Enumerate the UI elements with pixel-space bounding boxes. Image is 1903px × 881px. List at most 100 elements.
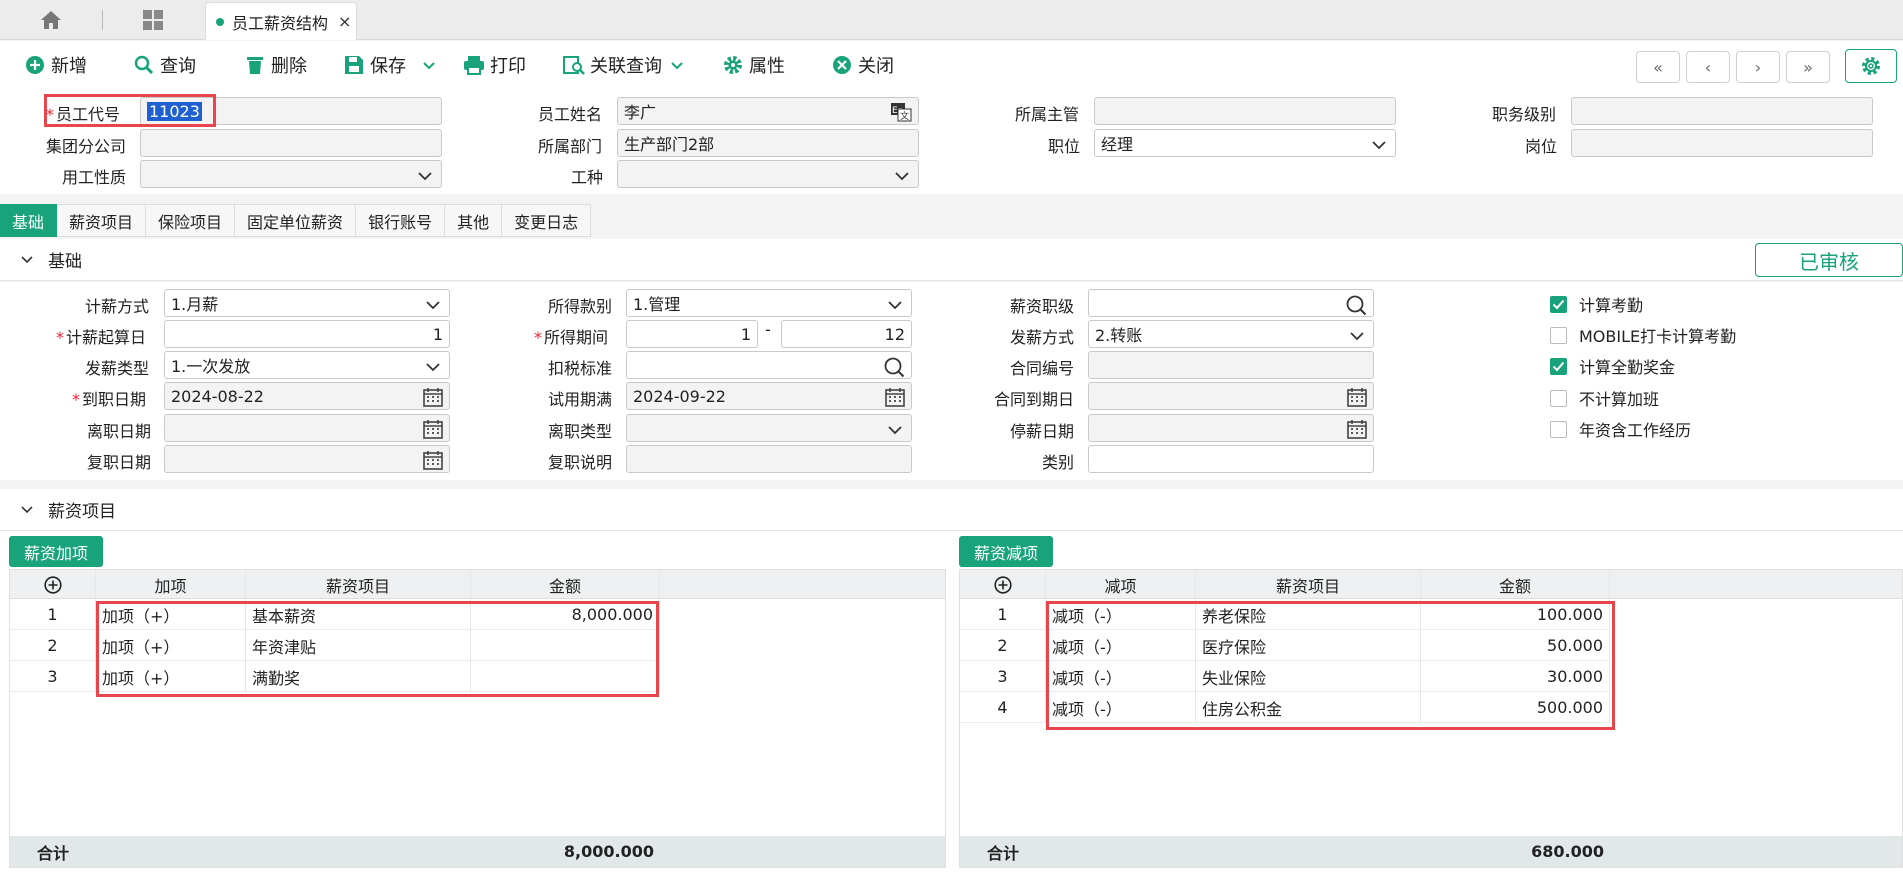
employee-name-input[interactable]: 李广 En文 [617, 97, 919, 125]
total-label: 合计 [986, 843, 1019, 863]
plus-circle-outline-icon[interactable] [43, 575, 62, 594]
query-button[interactable]: 查询 [133, 41, 196, 89]
first-record-button[interactable]: « [1636, 51, 1680, 83]
table-row[interactable]: 2 加项（+） 年资津贴 [10, 630, 660, 661]
delete-button[interactable]: 删除 [244, 41, 307, 89]
next-record-button[interactable]: › [1736, 51, 1780, 83]
table-row[interactable]: 1 减项（-） 养老保险 100.000 [960, 599, 1610, 630]
plus-circle-outline-icon[interactable] [993, 575, 1012, 594]
table-row[interactable]: 2 减项（-） 医疗保险 50.000 [960, 630, 1610, 661]
leave-type-select[interactable] [626, 414, 912, 442]
save-button[interactable]: 保存 [343, 41, 436, 89]
leave-date-input[interactable] [164, 414, 450, 442]
calendar-icon[interactable] [423, 419, 443, 441]
post-input[interactable] [1571, 129, 1873, 157]
probation-end-input[interactable]: 2024-09-22 [626, 382, 912, 410]
header-type[interactable]: 减项 [1046, 570, 1196, 599]
supervisor-input[interactable] [1094, 97, 1396, 125]
pay-start-day-input[interactable]: 1 [164, 320, 450, 348]
chevron-down-icon[interactable] [422, 55, 436, 76]
tab-salary-items[interactable]: 薪资项目 [57, 204, 147, 237]
payout-type-select[interactable]: 1.一次发放 [164, 351, 450, 379]
add-row-cell[interactable] [960, 570, 1046, 599]
search-icon[interactable] [883, 356, 905, 378]
payout-method-select[interactable]: 2.转账 [1088, 320, 1374, 348]
new-button[interactable]: 新增 [24, 41, 87, 89]
prev-record-button[interactable]: ‹ [1686, 51, 1730, 83]
calendar-icon[interactable] [1347, 387, 1367, 409]
header-item[interactable]: 薪资项目 [1196, 570, 1421, 599]
calendar-icon[interactable] [885, 387, 905, 409]
last-record-button[interactable]: » [1786, 51, 1830, 83]
search-icon[interactable] [1345, 294, 1367, 316]
employment-type-select[interactable] [140, 160, 442, 188]
employee-name-label: 员工姓名 [538, 105, 603, 124]
tab-bank-account[interactable]: 银行账号 [356, 204, 446, 237]
hire-date-input[interactable]: 2024-08-22 [164, 382, 450, 410]
deduct-salary-button[interactable]: 薪资减项 [959, 536, 1054, 567]
properties-button[interactable]: 属性 [722, 41, 785, 89]
header-type[interactable]: 加项 [96, 570, 246, 599]
basic-section-title: 基础 [48, 252, 82, 272]
tax-standard-label: 扣税标准 [548, 359, 613, 378]
table-row[interactable]: 3 减项（-） 失业保险 30.000 [960, 661, 1610, 692]
chevron-down-icon [417, 167, 433, 186]
pay-method-select[interactable]: 1.月薪 [164, 289, 450, 317]
tax-standard-input[interactable] [626, 351, 912, 379]
close-tab-icon[interactable]: × [338, 12, 351, 31]
income-category-select[interactable]: 1.管理 [626, 289, 912, 317]
new-label: 新增 [51, 56, 87, 77]
salary-grade-input[interactable] [1088, 289, 1374, 317]
close-label: 关闭 [858, 56, 894, 77]
employee-code-input[interactable]: 11023 [140, 97, 442, 125]
search-icon [133, 54, 155, 76]
calendar-icon[interactable] [1347, 419, 1367, 441]
pay-stop-date-input[interactable] [1088, 414, 1374, 442]
income-period-from-input[interactable]: 1 [626, 320, 758, 348]
calc-attendance-checkbox[interactable]: 计算考勤 [1550, 292, 1643, 316]
table-row[interactable]: 4 减项（-） 住房公积金 500.000 [960, 692, 1610, 723]
calendar-icon[interactable] [423, 450, 443, 472]
tab-basic[interactable]: 基础 [0, 204, 58, 237]
home-tab[interactable] [18, 0, 84, 40]
department-input[interactable]: 生产部门2部 [617, 129, 919, 157]
mobile-clockin-checkbox[interactable]: MOBILE打卡计算考勤 [1550, 323, 1736, 347]
rehire-note-input[interactable] [626, 445, 912, 473]
linked-query-button[interactable]: 关联查询 [563, 41, 684, 89]
category-input[interactable] [1088, 445, 1374, 473]
apps-tab[interactable] [120, 0, 186, 40]
header-item[interactable]: 薪资项目 [246, 570, 471, 599]
tab-other[interactable]: 其他 [445, 204, 503, 237]
header-amount[interactable]: 金额 [1421, 570, 1610, 599]
position-select[interactable]: 经理 [1094, 129, 1396, 157]
salary-section-header[interactable]: 薪资项目 [0, 489, 1903, 531]
table-row[interactable]: 3 加项（+） 满勤奖 [10, 661, 660, 692]
contract-end-input[interactable] [1088, 382, 1374, 410]
work-type-select[interactable] [617, 160, 919, 188]
job-level-input[interactable] [1571, 97, 1873, 125]
tab-change-log[interactable]: 变更日志 [502, 204, 592, 237]
branch-input[interactable] [140, 129, 442, 157]
add-salary-button[interactable]: 薪资加项 [9, 536, 104, 567]
leave-type-label: 离职类型 [548, 422, 613, 441]
calendar-icon[interactable] [423, 387, 443, 409]
table-row[interactable]: 1 加项（+） 基本薪资 8,000.000 [10, 599, 660, 630]
chevron-down-icon[interactable] [670, 55, 684, 76]
tab-employee-salary-structure[interactable]: 员工薪资结构 × [205, 2, 357, 40]
tab-fixed-unit-salary[interactable]: 固定单位薪资 [235, 204, 357, 237]
basic-section-header[interactable]: 基础 [0, 239, 1903, 281]
add-row-cell[interactable] [10, 570, 96, 599]
language-switch-icon[interactable]: En文 [890, 102, 912, 124]
income-period-to-input[interactable]: 12 [781, 320, 912, 348]
leave-date-label: 离职日期 [87, 422, 152, 441]
close-button[interactable]: 关闭 [831, 41, 894, 89]
header-amount[interactable]: 金额 [471, 570, 660, 599]
settings-button[interactable] [1845, 49, 1897, 83]
print-button[interactable]: 打印 [463, 41, 526, 89]
tab-insurance-items[interactable]: 保险项目 [146, 204, 236, 237]
seniority-experience-checkbox[interactable]: 年资含工作经历 [1550, 417, 1691, 441]
contract-no-input[interactable] [1088, 351, 1374, 379]
full-attendance-bonus-checkbox[interactable]: 计算全勤奖金 [1550, 354, 1675, 378]
no-overtime-checkbox[interactable]: 不计算加班 [1550, 386, 1659, 410]
rehire-date-input[interactable] [164, 445, 450, 473]
